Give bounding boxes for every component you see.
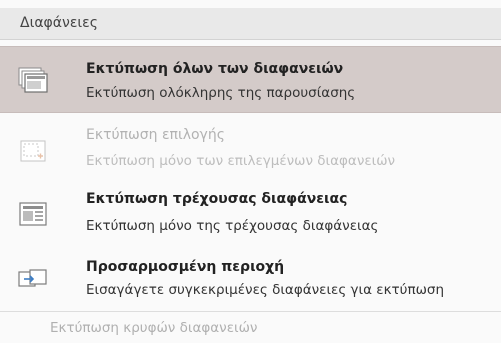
- all-slides-icon: [18, 67, 48, 93]
- option-subtitle: Εκτύπωση μόνο των επιλεγμένων διαφανειών: [86, 153, 396, 169]
- divider: [0, 311, 501, 312]
- current-slide-icon: [18, 201, 48, 227]
- section-header-title: Διαφάνειες: [20, 15, 98, 31]
- option-title: Εκτύπωση όλων των διαφανειών: [86, 61, 344, 77]
- option-print-current-slide[interactable]: Εκτύπωση τρέχουσας διαφάνειας Εκτύπωση μ…: [0, 183, 501, 249]
- print-hidden-slides-option: Εκτύπωση κρυφών διαφανειών: [50, 320, 258, 336]
- section-header: Διαφάνειες: [0, 8, 501, 40]
- option-title: Εκτύπωση τρέχουσας διαφάνειας: [86, 191, 348, 207]
- option-title: Προσαρμοσμένη περιοχή: [86, 259, 285, 275]
- option-print-selection: Εκτύπωση επιλογής Εκτύπωση μόνο των επιλ…: [0, 117, 501, 183]
- option-subtitle: Εκτύπωση μόνο της τρέχουσας διαφάνειας: [86, 218, 379, 234]
- option-title: Εκτύπωση επιλογής: [86, 127, 225, 143]
- option-custom-range[interactable]: Προσαρμοσμένη περιοχή Εισαγάγετε συγκεκρ…: [0, 249, 501, 311]
- option-subtitle: Εισαγάγετε συγκεκριμένες διαφάνειες για …: [86, 282, 445, 298]
- option-print-all-slides[interactable]: Εκτύπωση όλων των διαφανειών Εκτύπωση ολ…: [0, 46, 501, 113]
- print-slides-dropdown: Διαφάνειες Εκτύπωση όλων των διαφανειών …: [0, 0, 501, 343]
- option-subtitle: Εκτύπωση ολόκληρης της παρουσίασης: [86, 85, 356, 101]
- selection-icon: [18, 139, 48, 165]
- custom-range-icon: [18, 266, 48, 292]
